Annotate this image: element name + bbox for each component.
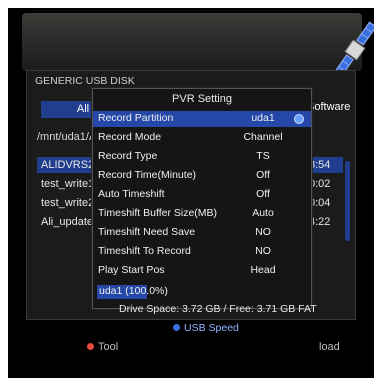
file-value: 0:02 <box>309 178 331 190</box>
setting-label: Record Mode <box>98 131 162 143</box>
setting-value: Auto <box>252 207 274 219</box>
current-path: /mnt/uda1/Al <box>37 131 99 143</box>
setting-row-record-partition[interactable]: Record Partition uda1 <box>93 111 311 127</box>
footer-tools[interactable]: Tool <box>87 341 118 353</box>
file-value: 3:54 <box>309 159 331 171</box>
file-name[interactable]: ALIDVRS2 <box>41 159 94 171</box>
file-value: 4:22 <box>309 216 331 228</box>
usb-speed-button[interactable]: USB Speed <box>173 322 239 334</box>
setting-label: Timeshift Buffer Size(MB) <box>98 207 218 219</box>
setting-label: Play Start Pos <box>98 264 165 276</box>
blue-key-icon <box>173 324 180 331</box>
usb-speed-label: USB Speed <box>184 322 239 334</box>
tv-screen: GENERIC USB DISK All Software /mnt/uda1/… <box>8 8 374 378</box>
setting-row-timeshift-buffer-size[interactable]: Timeshift Buffer Size(MB) Auto <box>93 206 311 222</box>
partition-usage: uda1 (100.0%) <box>99 285 168 297</box>
footer-tools-label: Tool <box>98 341 119 353</box>
setting-label: Timeshift To Record <box>98 245 191 257</box>
setting-value: Channel <box>243 131 283 143</box>
footer-load-label: load <box>319 341 340 353</box>
usb-icon <box>294 114 304 124</box>
red-key-icon <box>87 343 94 350</box>
setting-label: Record Time(Minute) <box>98 169 197 181</box>
setting-label: Auto Timeshift <box>98 188 165 200</box>
setting-value: Head <box>250 264 276 276</box>
setting-value: NO <box>255 245 271 257</box>
setting-row-timeshift-to-record[interactable]: Timeshift To Record NO <box>93 244 311 260</box>
tab-software[interactable]: Software <box>307 101 350 113</box>
setting-value: NO <box>255 226 271 238</box>
device-title: GENERIC USB DISK <box>35 75 135 87</box>
setting-row-record-type[interactable]: Record Type TS <box>93 149 311 165</box>
setting-label: Timeshift Need Save <box>98 226 196 238</box>
setting-label: Record Type <box>98 150 158 162</box>
drive-space-info: Drive Space: 3.72 GB / Free: 3.71 GB FAT <box>119 303 317 315</box>
footer-load[interactable]: load <box>319 341 340 353</box>
list-scrollbar[interactable] <box>345 161 350 241</box>
setting-value: uda1 <box>251 112 275 124</box>
setting-label: Record Partition <box>98 112 174 124</box>
setting-row-timeshift-need-save[interactable]: Timeshift Need Save NO <box>93 225 311 241</box>
pvr-setting-dialog: PVR Setting Record Partition uda1 Record… <box>92 88 317 334</box>
setting-value: Off <box>256 169 270 181</box>
setting-row-auto-timeshift[interactable]: Auto Timeshift Off <box>93 187 311 203</box>
file-value: 0:04 <box>309 197 331 209</box>
top-banner <box>22 13 362 71</box>
setting-value: TS <box>256 150 270 162</box>
setting-value: Off <box>256 188 270 200</box>
setting-row-record-time[interactable]: Record Time(Minute) Off <box>93 168 311 184</box>
dialog-title: PVR Setting <box>172 93 232 105</box>
setting-row-play-start-pos[interactable]: Play Start Pos Head <box>93 263 311 279</box>
setting-row-record-mode[interactable]: Record Mode Channel <box>93 130 311 146</box>
